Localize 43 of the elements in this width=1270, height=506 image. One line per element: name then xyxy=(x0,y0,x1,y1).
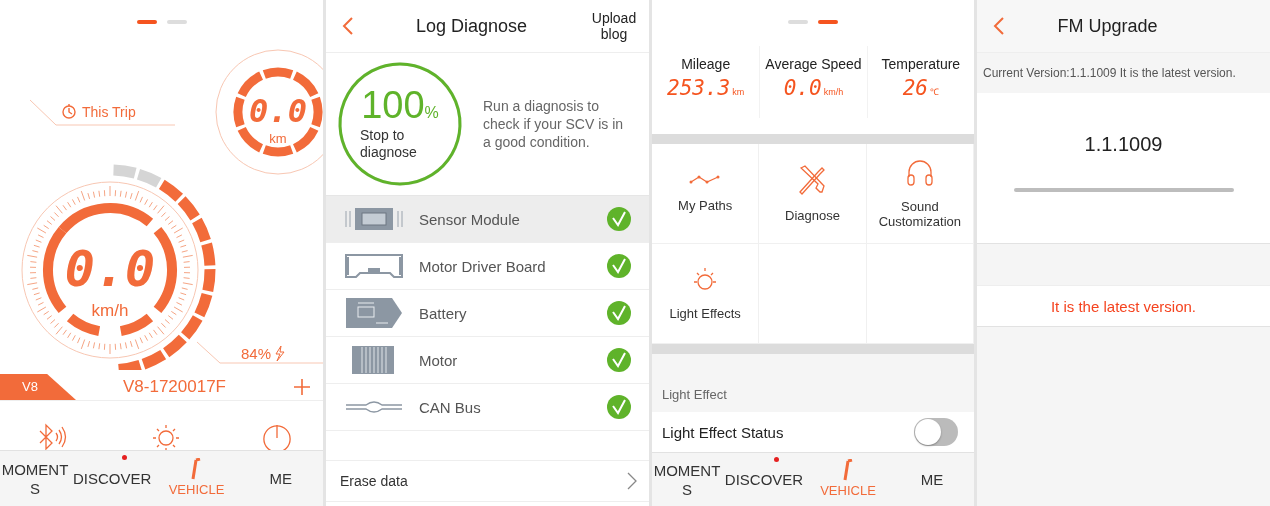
speed-unit: km/h xyxy=(91,301,129,320)
diagnose-description: Run a diagnosis to check if your SCV is in a good condition. xyxy=(483,97,625,151)
diagnose-progress-button[interactable]: 100% Stop to diagnose xyxy=(337,61,463,187)
stat-value: 0.0 km/h xyxy=(783,75,844,100)
upload-button[interactable]: Upload blog xyxy=(589,10,639,42)
feature-tile[interactable]: My Paths xyxy=(652,144,760,245)
speed-value: 0.0 xyxy=(64,240,156,298)
feature-tile[interactable]: Diagnose xyxy=(759,144,867,245)
stat-label: Mileage xyxy=(681,55,731,72)
progress-percent: 100% xyxy=(361,83,439,127)
page-title: FM Upgrade xyxy=(1056,15,1159,37)
version-notice: Current Version:1.1.1009 It is the latest version. xyxy=(982,65,1237,82)
stat-label: Average Speed xyxy=(765,55,862,72)
diagnose-row[interactable]: Motor xyxy=(326,337,649,384)
component-name: Battery xyxy=(419,304,468,322)
status-message: It is the latest version. xyxy=(1050,297,1197,315)
page-title: Log Diagnose xyxy=(414,15,529,37)
diagnose-row[interactable]: Motor Driver Board xyxy=(326,243,649,290)
diagnose-row[interactable]: Battery xyxy=(326,290,649,337)
nav-tab[interactable]: ME xyxy=(890,453,974,506)
section-header: Light Effect xyxy=(662,387,727,403)
stat-label: Temperature xyxy=(881,55,961,72)
trip-unit: km xyxy=(269,131,287,146)
component-name: Motor Driver Board xyxy=(419,257,547,275)
firmware-version: 1.1.1009 xyxy=(1084,133,1163,156)
erase-data-row[interactable]: Erase data xyxy=(326,460,649,502)
nav-tab[interactable]: MOMENTS xyxy=(0,451,70,506)
battery-reading: 84% xyxy=(241,345,272,362)
nav-tab[interactable]: ME xyxy=(238,451,323,506)
component-name: CAN Bus xyxy=(419,398,482,416)
feature-tile[interactable]: Sound Customization xyxy=(866,144,974,245)
setting-label: Light Effect Status xyxy=(662,423,784,441)
diagnose-row[interactable]: Sensor Module xyxy=(326,196,649,243)
stat-value: 26℃ xyxy=(902,75,939,100)
nav-tab[interactable]: DISCOVER xyxy=(722,453,806,506)
nav-tab[interactable]: DISCOVER xyxy=(70,451,155,506)
stat-value: 253.3 km xyxy=(667,75,745,100)
trip-distance: 0.0 xyxy=(249,92,307,130)
nav-tab[interactable]: MOMENTS xyxy=(652,453,722,506)
diagnose-row[interactable]: CAN Bus xyxy=(326,384,649,431)
component-name: Sensor Module xyxy=(419,210,521,228)
component-name: Motor xyxy=(419,351,459,369)
model-tag: V8 xyxy=(0,374,76,400)
